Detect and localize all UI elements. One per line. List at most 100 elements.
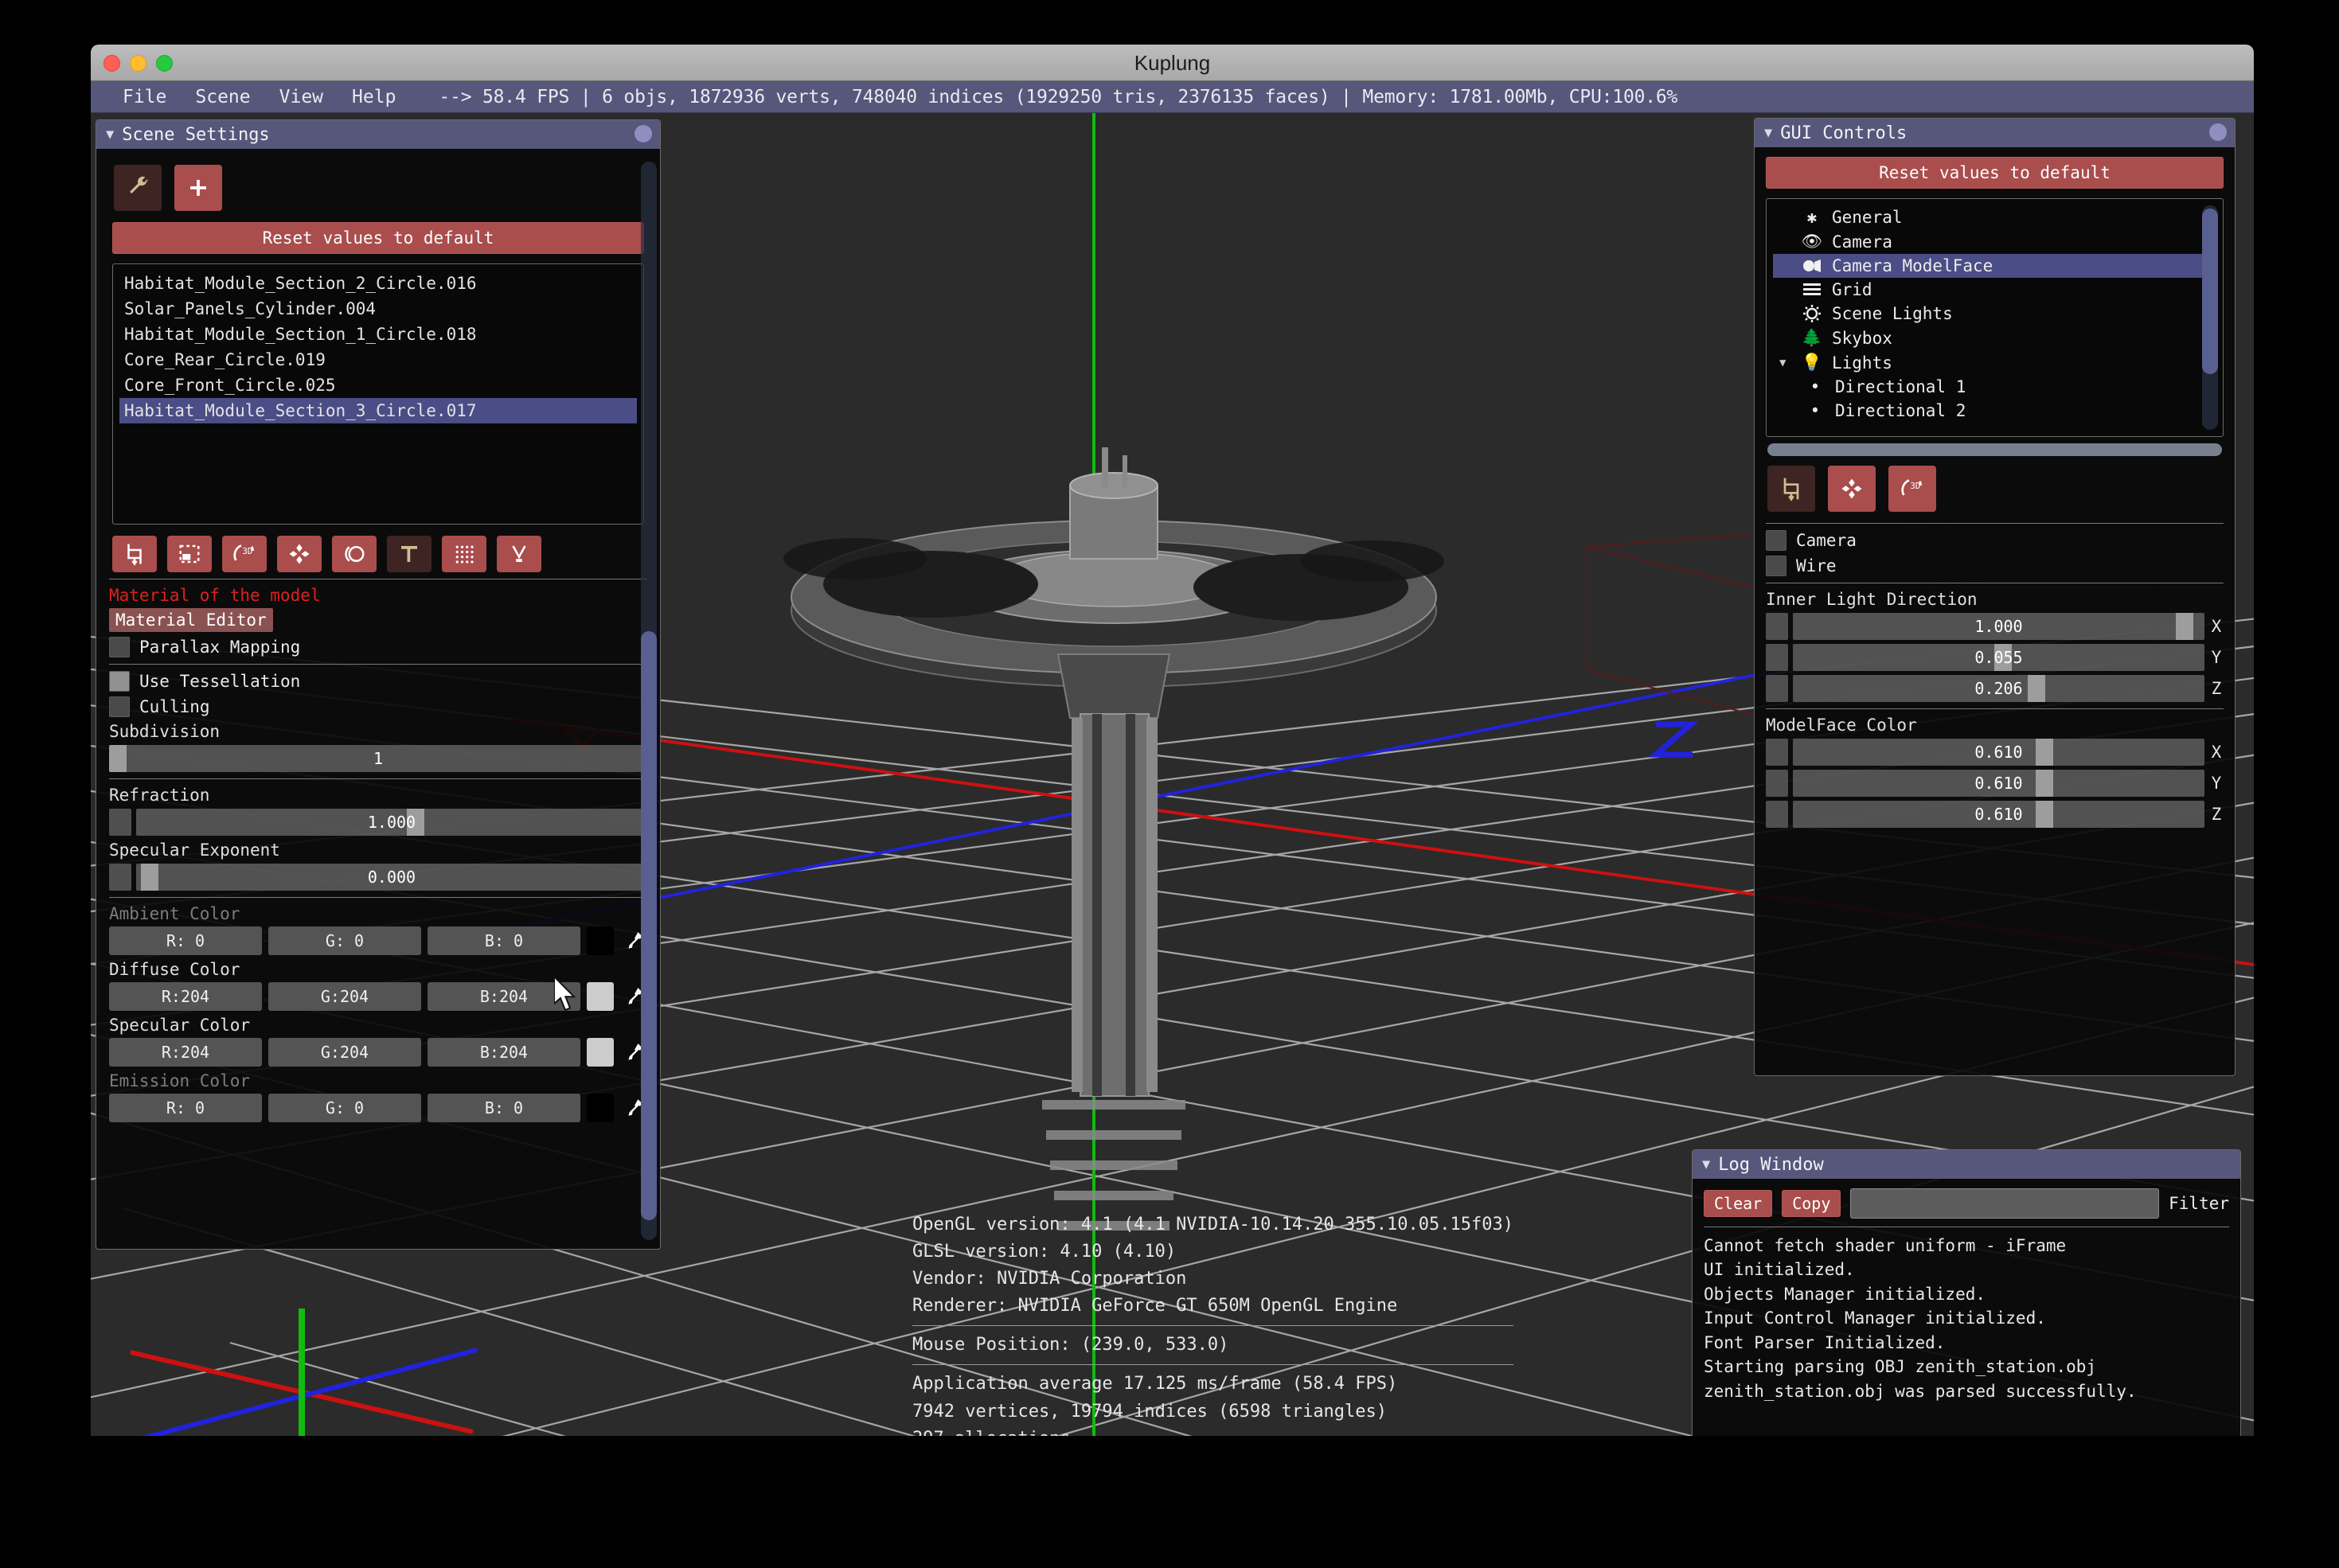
use-tessellation-row[interactable]: Use Tessellation xyxy=(109,671,647,692)
select-rect-icon-button[interactable] xyxy=(167,536,212,572)
refraction-slider-row[interactable]: 1.000 xyxy=(109,809,647,836)
collapse-triangle-icon[interactable]: ▼ xyxy=(1764,125,1772,141)
crop-icon-button[interactable] xyxy=(1767,466,1815,512)
culling-row[interactable]: Culling xyxy=(109,696,647,717)
tree-item-general[interactable]: ✱ General xyxy=(1773,205,2216,229)
inner-light-z-knob[interactable] xyxy=(2028,675,2045,702)
move-icon-button[interactable] xyxy=(277,536,322,572)
gui-camera-row[interactable]: Camera xyxy=(1766,530,2224,551)
chevron-down-icon[interactable]: ▼ xyxy=(1779,357,1792,369)
object-listbox[interactable]: Habitat_Module_Section_2_Circle.016 Sola… xyxy=(112,263,644,525)
use-tessellation-checkbox[interactable] xyxy=(109,671,130,692)
tree-item-grid[interactable]: Grid xyxy=(1773,278,2216,302)
inner-light-x-knob[interactable] xyxy=(2176,613,2193,640)
gui-wire-checkbox[interactable] xyxy=(1766,556,1786,576)
log-clear-button[interactable]: Clear xyxy=(1704,1190,1772,1217)
subdivision-slider-row[interactable]: 1 xyxy=(109,745,647,772)
inner-light-y-slider[interactable]: 0.055 xyxy=(1793,644,2204,671)
move-icon-button[interactable] xyxy=(1828,466,1876,512)
inner-light-x-slider[interactable]: 1.000 xyxy=(1793,613,2204,640)
log-window-panel[interactable]: ▼ Log Window Clear Copy Filter Cannot fe… xyxy=(1692,1149,2241,1436)
crop-icon-button[interactable] xyxy=(112,536,157,572)
panel-collapse-dot[interactable] xyxy=(2209,123,2227,141)
diffuse-g-field[interactable]: G:204 xyxy=(268,982,421,1011)
add-object-button[interactable] xyxy=(174,165,222,211)
inner-light-z-slider[interactable]: 0.206 xyxy=(1793,675,2204,702)
modelface-z-knob[interactable] xyxy=(2036,801,2053,828)
viewport-3d[interactable]: OpenGL version: 4.1 (4.1 NVIDIA-10.14.20… xyxy=(91,113,2254,1436)
ambient-r-field[interactable]: R: 0 xyxy=(109,926,262,955)
gui-tree-hscrollbar[interactable] xyxy=(1767,443,2222,456)
modelface-z-slider[interactable]: 0.610 xyxy=(1793,801,2204,828)
modelface-y-grab[interactable] xyxy=(1766,770,1788,797)
list-item-5[interactable]: Habitat_Module_Section_3_Circle.017 xyxy=(119,398,637,423)
tree-item-directional-1[interactable]: • Directional 1 xyxy=(1773,375,2216,399)
inner-light-y-row[interactable]: 0.055 Y xyxy=(1766,644,2224,671)
modelface-y-knob[interactable] xyxy=(2036,770,2053,797)
list-item-0[interactable]: Habitat_Module_Section_2_Circle.016 xyxy=(119,271,637,296)
diffuse-r-field[interactable]: R:204 xyxy=(109,982,262,1011)
specular-exponent-slider-grab[interactable] xyxy=(109,864,131,891)
parallax-mapping-checkbox[interactable] xyxy=(109,637,130,657)
ambient-color-swatch[interactable] xyxy=(587,926,614,955)
gui-controls-panel[interactable]: ▼ GUI Controls Reset values to default ✱… xyxy=(1754,118,2236,1076)
material-editor-button[interactable]: Material Editor xyxy=(109,608,273,632)
inner-light-y-grab[interactable] xyxy=(1766,644,1788,671)
menu-view[interactable]: View xyxy=(265,81,338,113)
inner-light-z-row[interactable]: 0.206 Z xyxy=(1766,675,2224,702)
specular-b-field[interactable]: B:204 xyxy=(428,1038,580,1067)
tree-item-scene-lights[interactable]: Scene Lights xyxy=(1773,302,2216,326)
ambient-g-field[interactable]: G: 0 xyxy=(268,926,421,955)
modelface-z-grab[interactable] xyxy=(1766,801,1788,828)
gui-tree-scroll-thumb[interactable] xyxy=(2202,209,2218,374)
modelface-x-knob[interactable] xyxy=(2036,739,2053,766)
specular-color-swatch[interactable] xyxy=(587,1038,614,1067)
scene-settings-scroll-thumb[interactable] xyxy=(641,631,657,1220)
tree-item-skybox[interactable]: 🌲 Skybox xyxy=(1773,326,2216,350)
tree-item-directional-2[interactable]: • Directional 2 xyxy=(1773,399,2216,423)
collapse-triangle-icon[interactable]: ▼ xyxy=(106,127,114,142)
specular-g-field[interactable]: G:204 xyxy=(268,1038,421,1067)
tree-item-lights[interactable]: ▼ 💡 Lights xyxy=(1773,350,2216,375)
collapse-triangle-icon[interactable]: ▼ xyxy=(1702,1156,1710,1172)
emission-r-field[interactable]: R: 0 xyxy=(109,1094,262,1122)
inner-light-z-grab[interactable] xyxy=(1766,675,1788,702)
scene-settings-panel[interactable]: ▼ Scene Settings xyxy=(96,119,661,1250)
gui-tree-scrollbar[interactable] xyxy=(2202,205,2218,430)
subdivision-slider[interactable]: 1 xyxy=(109,745,647,772)
subdivision-slider-knob[interactable] xyxy=(109,745,127,772)
inner-light-x-row[interactable]: 1.000 X xyxy=(1766,613,2224,640)
emission-color-swatch[interactable] xyxy=(587,1094,614,1122)
modelface-y-row[interactable]: 0.610 Y xyxy=(1766,770,2224,797)
scene-settings-scrollbar[interactable] xyxy=(641,162,657,1240)
gui-reset-button[interactable]: Reset values to default xyxy=(1766,157,2224,189)
log-copy-button[interactable]: Copy xyxy=(1782,1190,1841,1217)
text-icon-button[interactable] xyxy=(387,536,431,572)
inner-light-x-grab[interactable] xyxy=(1766,613,1788,640)
parallax-mapping-row[interactable]: Parallax Mapping xyxy=(109,637,647,657)
modelface-x-row[interactable]: 0.610 X xyxy=(1766,739,2224,766)
wrench-icon-button[interactable] xyxy=(114,165,162,211)
ambient-b-field[interactable]: B: 0 xyxy=(428,926,580,955)
rotate-3d-icon-button[interactable]: 3D xyxy=(222,536,267,572)
refraction-slider[interactable]: 1.000 xyxy=(136,809,647,836)
rotate-3d-icon-button[interactable]: 3D xyxy=(1888,466,1936,512)
modelface-x-slider[interactable]: 0.610 xyxy=(1793,739,2204,766)
specular-exponent-slider-row[interactable]: 0.000 xyxy=(109,864,647,891)
light-icon-button[interactable] xyxy=(497,536,541,572)
modelface-y-slider[interactable]: 0.610 xyxy=(1793,770,2204,797)
list-item-4[interactable]: Core_Front_Circle.025 xyxy=(119,372,637,398)
menu-help[interactable]: Help xyxy=(338,81,410,113)
tree-item-camera-modelface[interactable]: Camera ModelFace xyxy=(1773,254,2216,278)
panel-collapse-dot[interactable] xyxy=(635,125,652,142)
gui-controls-titlebar[interactable]: ▼ GUI Controls xyxy=(1755,119,2235,147)
emission-g-field[interactable]: G: 0 xyxy=(268,1094,421,1122)
window-titlebar[interactable]: Kuplung xyxy=(91,45,2254,81)
list-item-2[interactable]: Habitat_Module_Section_1_Circle.018 xyxy=(119,322,637,347)
gui-tree-listbox[interactable]: ✱ General 👁 Camera xyxy=(1766,198,2224,437)
list-item-1[interactable]: Solar_Panels_Cylinder.004 xyxy=(119,296,637,322)
scale-icon-button[interactable] xyxy=(332,536,377,572)
emission-b-field[interactable]: B: 0 xyxy=(428,1094,580,1122)
log-filter-input[interactable] xyxy=(1850,1188,2159,1219)
menu-scene[interactable]: Scene xyxy=(181,81,264,113)
